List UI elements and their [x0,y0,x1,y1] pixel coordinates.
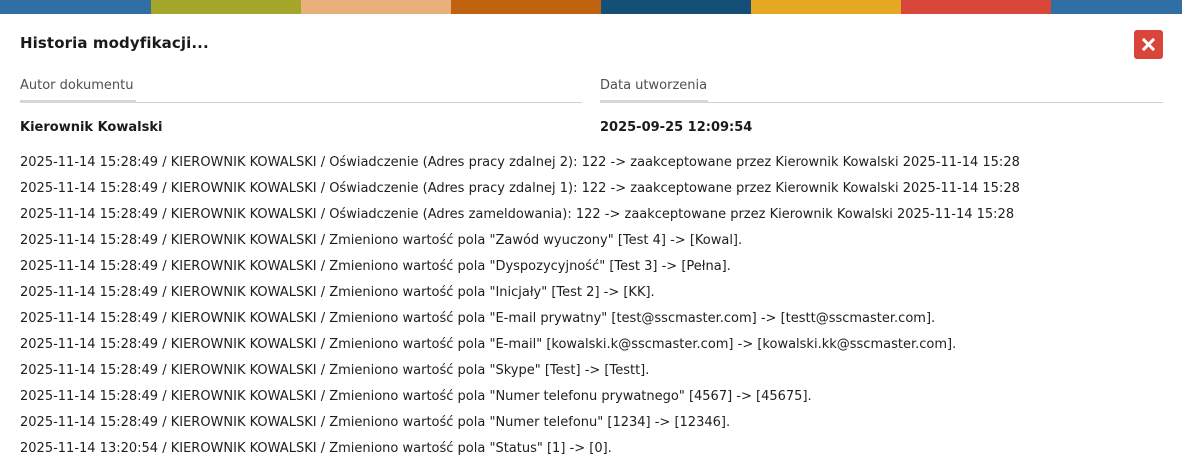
history-entry: 2025-11-14 15:28:49 / KIEROWNIK KOWALSKI… [20,363,650,378]
history-entry: 2025-11-14 15:28:49 / KIEROWNIK KOWALSKI… [20,415,731,430]
author-value: Kierownik Kowalski [20,120,163,135]
created-label: Data utworzenia [600,78,708,93]
created-value: 2025-09-25 12:09:54 [600,120,753,135]
strip-segment [901,0,1051,14]
history-entry: 2025-11-14 15:28:49 / KIEROWNIK KOWALSKI… [20,233,743,248]
strip-segment [1051,0,1182,14]
author-label: Autor dokumentu [20,78,134,93]
dialog-title: Historia modyfikacji... [20,34,209,52]
divider-accent [20,100,136,103]
history-entry: 2025-11-14 15:28:49 / KIEROWNIK KOWALSKI… [20,155,1020,170]
history-entry: 2025-11-14 15:28:49 / KIEROWNIK KOWALSKI… [20,311,936,326]
strip-segment [451,0,601,14]
close-button[interactable] [1134,30,1163,59]
strip-segment [751,0,901,14]
close-icon [1142,38,1155,51]
history-entry: 2025-11-14 15:28:49 / KIEROWNIK KOWALSKI… [20,181,1020,196]
history-entry: 2025-11-14 15:28:49 / KIEROWNIK KOWALSKI… [20,285,655,300]
author-field: Autor dokumentu [20,74,582,104]
history-dialog: Historia modyfikacji... Autor dokumentu … [0,14,1182,460]
strip-segment [301,0,451,14]
strip-segment [0,0,151,14]
history-entry: 2025-11-14 15:28:49 / KIEROWNIK KOWALSKI… [20,259,731,274]
created-field: Data utworzenia [600,74,1163,104]
divider-accent [600,100,708,103]
history-entry: 2025-11-14 13:20:54 / KIEROWNIK KOWALSKI… [20,441,612,456]
history-entry: 2025-11-14 15:28:49 / KIEROWNIK KOWALSKI… [20,207,1015,222]
strip-segment [601,0,751,14]
strip-segment [151,0,301,14]
history-list: 2025-11-14 15:28:49 / KIEROWNIK KOWALSKI… [20,150,1170,462]
history-entry: 2025-11-14 15:28:49 / KIEROWNIK KOWALSKI… [20,337,957,352]
history-entry: 2025-11-14 15:28:49 / KIEROWNIK KOWALSKI… [20,389,812,404]
color-strip [0,0,1182,14]
